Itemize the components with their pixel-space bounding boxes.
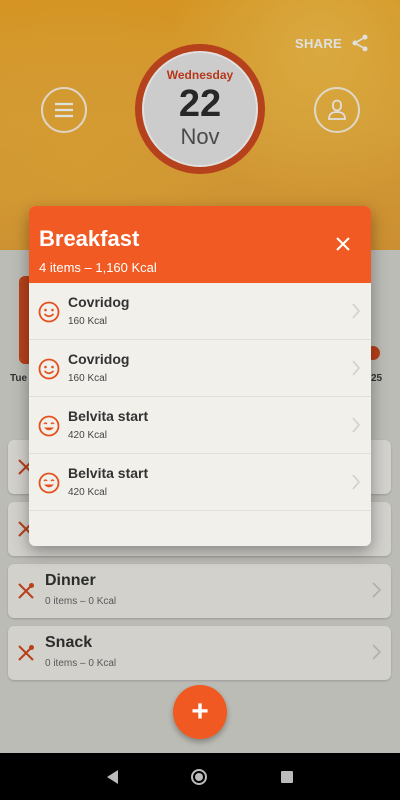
food-kcal: 420 Kcal bbox=[68, 487, 107, 498]
food-kcal: 420 Kcal bbox=[68, 430, 107, 441]
grin-icon bbox=[38, 415, 60, 437]
smile-icon bbox=[38, 358, 60, 380]
dialog-header: Breakfast 4 items – 1,160 Kcal bbox=[29, 206, 371, 283]
chevron-right-icon bbox=[352, 474, 360, 490]
system-navigation-bar bbox=[0, 753, 400, 800]
breakfast-dialog: Breakfast 4 items – 1,160 Kcal Covridog … bbox=[29, 206, 371, 546]
grin-icon bbox=[38, 472, 60, 494]
back-icon[interactable] bbox=[106, 769, 118, 784]
chevron-right-icon bbox=[352, 417, 360, 433]
food-item[interactable]: Belvita start 420 Kcal bbox=[29, 454, 371, 511]
home-icon[interactable] bbox=[191, 768, 208, 785]
food-name: Covridog bbox=[68, 294, 130, 310]
smile-icon bbox=[38, 301, 60, 323]
dialog-title: Breakfast bbox=[39, 226, 140, 251]
recent-apps-icon[interactable] bbox=[281, 770, 294, 783]
food-name: Covridog bbox=[68, 351, 130, 367]
food-kcal: 160 Kcal bbox=[68, 373, 107, 384]
food-item[interactable]: Covridog 160 Kcal bbox=[29, 283, 371, 340]
add-food-button[interactable]: + bbox=[173, 685, 227, 739]
food-name: Belvita start bbox=[68, 465, 149, 481]
food-item[interactable]: Belvita start 420 Kcal bbox=[29, 397, 371, 454]
chevron-right-icon bbox=[352, 303, 360, 319]
food-item[interactable]: Covridog 160 Kcal bbox=[29, 340, 371, 397]
food-kcal: 160 Kcal bbox=[68, 316, 107, 327]
dialog-summary: 4 items – 1,160 Kcal bbox=[39, 260, 157, 275]
close-icon[interactable] bbox=[335, 236, 351, 252]
chevron-right-icon bbox=[352, 360, 360, 376]
food-name: Belvita start bbox=[68, 408, 149, 424]
